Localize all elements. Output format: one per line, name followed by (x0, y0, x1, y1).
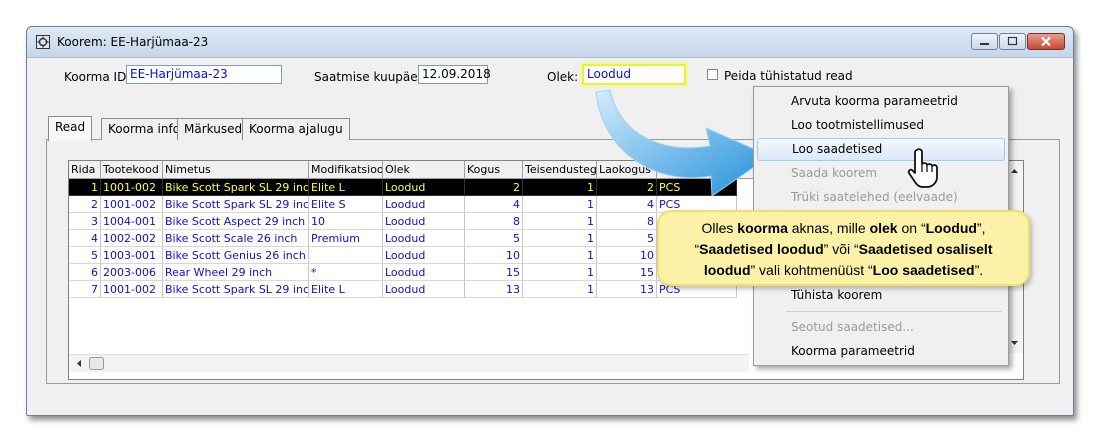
hand-cursor-icon (907, 148, 938, 188)
maximize-button[interactable] (999, 33, 1026, 50)
table-cell[interactable]: Bike Scott Spark SL 29 inch (163, 196, 309, 213)
table-cell[interactable]: Loodud (383, 213, 465, 230)
table-cell[interactable]: Premium (309, 230, 383, 247)
table-cell[interactable]: 1001-002 (101, 281, 163, 298)
table-cell[interactable]: 6 (69, 264, 101, 281)
column-header[interactable]: Rida (69, 161, 101, 179)
shipment-id-field[interactable]: EE-Harjümaa-23 (126, 65, 282, 84)
menu-item-linked-shipments[interactable]: Seotud saadetised... (757, 316, 1005, 339)
menu-item-create-shipments[interactable]: Loo saadetised (757, 138, 1005, 161)
pointer-arrow-icon (595, 89, 772, 197)
table-cell[interactable]: 2003-006 (101, 264, 163, 281)
close-button[interactable] (1027, 33, 1065, 50)
table-cell[interactable] (309, 247, 383, 264)
table-cell[interactable]: Loodud (383, 179, 465, 196)
table-cell[interactable]: 1001-002 (101, 196, 163, 213)
table-cell[interactable]: 13 (465, 281, 523, 298)
column-header[interactable]: Modifikatsioon (309, 161, 383, 179)
table-cell[interactable]: Loodud (383, 230, 465, 247)
table-cell[interactable]: 7 (69, 281, 101, 298)
hide-cancelled-label: Peida tühistatud read (724, 69, 853, 83)
shipment-id-label: Koorma ID: (64, 70, 131, 84)
table-cell[interactable]: 5 (69, 247, 101, 264)
table-cell[interactable]: 1003-001 (101, 247, 163, 264)
app-icon (36, 35, 50, 49)
table-cell[interactable]: 4 (465, 196, 523, 213)
send-date-label: Saatmise kuupäev: (314, 70, 429, 84)
table-cell[interactable]: 1 (523, 281, 597, 298)
table-cell[interactable]: 1001-002 (101, 179, 163, 196)
menu-separator (786, 311, 1002, 312)
table-cell[interactable]: 2 (69, 196, 101, 213)
table-cell[interactable]: 1 (523, 230, 597, 247)
menu-item-calc-parameters[interactable]: Arvuta koorma parameetrid (757, 90, 1005, 113)
callout-line-1: Olles koorma aknas, mille olek on “Loodu… (701, 220, 986, 236)
menu-item-cancel-shipment[interactable]: Tühista koorem (757, 284, 1005, 307)
menu-item-create-production-orders[interactable]: Loo tootmistellimused (757, 114, 1005, 137)
table-cell[interactable]: Loodud (383, 281, 465, 298)
table-cell[interactable]: 5 (465, 230, 523, 247)
send-date-field[interactable]: 12.09.2018 (418, 65, 491, 84)
column-header[interactable]: Olek (383, 161, 465, 179)
menu-item-print-preview[interactable]: Trüki saatelehed (eelvaade) (757, 186, 1005, 209)
table-cell[interactable]: 2 (465, 179, 523, 196)
table-cell[interactable]: 13 (597, 281, 657, 298)
table-cell[interactable]: Bike Scott Aspect 29 inch (163, 213, 309, 230)
table-cell[interactable]: Loodud (383, 196, 465, 213)
table-cell[interactable]: Loodud (383, 264, 465, 281)
column-header[interactable]: Kogus (465, 161, 523, 179)
table-cell[interactable]: 1 (69, 179, 101, 196)
table-cell[interactable]: 10 (465, 247, 523, 264)
hide-cancelled-checkbox[interactable] (707, 69, 718, 80)
table-cell[interactable]: 1 (523, 213, 597, 230)
table-cell[interactable]: * (309, 264, 383, 281)
column-header[interactable]: Nimetus (163, 161, 309, 179)
table-cell[interactable]: Loodud (383, 247, 465, 264)
table-cell[interactable]: 1002-002 (101, 230, 163, 247)
table-cell[interactable]: 5 (597, 230, 657, 247)
callout-line-3: loodud” vali kohtmenüüst “Loo saadetised… (703, 262, 984, 278)
table-cell[interactable]: Elite S (309, 196, 383, 213)
table-cell[interactable]: Bike Scott Genius 26 inch (163, 247, 309, 264)
table-cell[interactable]: 8 (465, 213, 523, 230)
table-cell[interactable]: Bike Scott Spark SL 29 inch (163, 281, 309, 298)
table-cell[interactable]: 10 (309, 213, 383, 230)
table-cell[interactable]: Rear Wheel 29 inch (163, 264, 309, 281)
table-cell[interactable]: Elite L (309, 281, 383, 298)
tab-notes[interactable]: Märkused (177, 118, 250, 140)
title-bar[interactable]: Koorem: EE-Harjümaa-23 (27, 27, 1073, 58)
instruction-callout: Olles koorma aknas, mille olek on “Loodu… (657, 210, 1030, 286)
close-icon (1041, 36, 1051, 47)
window-title: Koorem: EE-Harjümaa-23 (57, 35, 209, 49)
status-field: Loodud (582, 64, 686, 85)
tab-shipment-info[interactable]: Koorma info (101, 118, 188, 140)
tab-history[interactable]: Koorma ajalugu (242, 118, 350, 140)
table-cell[interactable]: Bike Scott Scale 26 inch (163, 230, 309, 247)
table-cell[interactable]: 1004-001 (101, 213, 163, 230)
table-cell[interactable]: 15 (597, 264, 657, 281)
menu-item-shipment-parameters[interactable]: Koorma parameetrid (757, 340, 1005, 363)
horizontal-scrollbar[interactable] (69, 354, 749, 372)
table-cell[interactable]: 4 (69, 230, 101, 247)
tab-read[interactable]: Read (48, 116, 93, 141)
table-cell[interactable]: 15 (465, 264, 523, 281)
table-cell[interactable]: 3 (69, 213, 101, 230)
minimize-button[interactable] (971, 33, 998, 50)
column-header[interactable]: Tootekood (101, 161, 163, 179)
table-cell[interactable]: Bike Scott Spark SL 29 inch (163, 179, 309, 196)
table-cell[interactable]: Elite L (309, 179, 383, 196)
table-cell[interactable]: 1 (523, 264, 597, 281)
table-cell[interactable]: 10 (597, 247, 657, 264)
menu-item-send-shipment[interactable]: Saada koorem (757, 162, 1005, 185)
callout-line-2: “Saadetised loodud” või “Saadetised osal… (694, 241, 993, 257)
status-label: Olek: (547, 70, 579, 84)
table-cell[interactable]: 1 (523, 247, 597, 264)
table-cell[interactable]: 8 (597, 213, 657, 230)
